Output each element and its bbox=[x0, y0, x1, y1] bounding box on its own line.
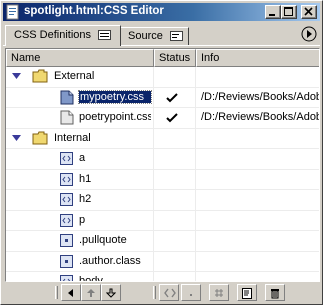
trash-icon bbox=[271, 289, 279, 299]
definition-rows: External mypoetry.css /D:/Reviews/Books/… bbox=[6, 67, 319, 282]
folder-icon bbox=[32, 131, 48, 144]
tab-source[interactable]: Source bbox=[119, 27, 189, 46]
stylesheet-file-icon bbox=[60, 90, 74, 104]
window-title: spotlight.html:CSS Editor bbox=[24, 5, 164, 17]
tab-label: Source bbox=[128, 30, 163, 42]
tab-strip: CSS Definitions Source bbox=[3, 24, 320, 46]
item-name: h1 bbox=[79, 172, 92, 185]
maximize-button[interactable] bbox=[281, 5, 297, 19]
item-info: /D:/Reviews/Books/Adobe bbox=[201, 111, 319, 123]
folder-icon bbox=[32, 69, 48, 83]
maximize-icon bbox=[284, 7, 293, 16]
checkmark-icon bbox=[166, 113, 178, 123]
title-bar[interactable]: spotlight.html:CSS Editor bbox=[3, 3, 320, 21]
panel-options-icon[interactable] bbox=[301, 26, 317, 42]
list-item[interactable]: h2 bbox=[6, 190, 319, 211]
column-header-info[interactable]: Info bbox=[196, 49, 319, 67]
tag-rule-icon bbox=[60, 152, 73, 165]
close-icon bbox=[304, 7, 313, 16]
minimize-icon bbox=[269, 14, 275, 16]
tag-rule-icon bbox=[60, 172, 73, 186]
group-label: Internal bbox=[54, 131, 91, 144]
list-item[interactable]: a bbox=[6, 149, 319, 170]
group-row-external[interactable]: External bbox=[6, 67, 319, 88]
expand-triangle-icon[interactable] bbox=[12, 73, 21, 80]
new-class-rule-button[interactable] bbox=[181, 284, 201, 301]
arrow-up-icon bbox=[87, 289, 95, 297]
new-page-icon bbox=[242, 288, 252, 299]
minimize-button[interactable] bbox=[265, 5, 281, 19]
tag-rule-icon bbox=[60, 275, 73, 281]
css-editor-window: spotlight.html:CSS Editor CSS Definition… bbox=[0, 0, 323, 305]
tag-rule-icon bbox=[60, 213, 73, 227]
item-name: .author.class bbox=[79, 254, 141, 267]
column-headers: Name Status Info bbox=[6, 49, 319, 67]
item-name: mypoetry.css bbox=[78, 89, 152, 104]
new-tag-rule-button[interactable] bbox=[159, 284, 179, 301]
source-icon bbox=[169, 31, 183, 42]
list-item[interactable]: .pullquote bbox=[6, 231, 319, 252]
hash-icon bbox=[215, 289, 223, 297]
list-item[interactable]: p bbox=[6, 210, 319, 231]
group-label: External bbox=[54, 70, 95, 82]
column-header-status[interactable]: Status bbox=[154, 49, 196, 67]
tab-label: CSS Definitions bbox=[14, 29, 92, 41]
bottom-toolbar bbox=[3, 284, 320, 302]
dot-icon bbox=[190, 294, 192, 296]
close-button[interactable] bbox=[301, 5, 317, 19]
item-info: /D:/Reviews/Books/Adobe bbox=[201, 90, 319, 103]
item-name: p bbox=[79, 213, 86, 226]
item-name: body bbox=[79, 275, 103, 282]
item-name: h2 bbox=[79, 193, 92, 205]
new-id-rule-button[interactable] bbox=[209, 284, 229, 301]
delete-button[interactable] bbox=[265, 284, 285, 301]
column-header-name[interactable]: Name bbox=[6, 49, 154, 67]
expand-triangle-icon[interactable] bbox=[12, 134, 21, 142]
move-down-button[interactable] bbox=[101, 284, 121, 301]
list-item[interactable]: h1 bbox=[6, 169, 319, 190]
item-name: a bbox=[79, 152, 86, 164]
triangle-left-icon bbox=[68, 289, 73, 297]
tab-css-definitions[interactable]: CSS Definitions bbox=[5, 25, 121, 46]
toolbar-grip bbox=[153, 286, 156, 299]
page-icon bbox=[6, 4, 19, 20]
list-item[interactable]: .author.class bbox=[6, 251, 319, 272]
previous-button[interactable] bbox=[61, 284, 81, 301]
class-rule-icon bbox=[60, 254, 73, 268]
checkmark-icon bbox=[166, 92, 178, 102]
tag-rule-icon bbox=[60, 193, 73, 206]
item-name: .pullquote bbox=[79, 234, 127, 246]
list-item[interactable]: mypoetry.css /D:/Reviews/Books/Adobe bbox=[6, 87, 319, 108]
stylesheet-file-icon bbox=[60, 110, 74, 125]
new-definition-button[interactable] bbox=[237, 284, 257, 301]
group-row-internal[interactable]: Internal bbox=[6, 128, 319, 149]
item-name: poetrypoint.css bbox=[79, 111, 151, 123]
list-item[interactable]: poetrypoint.css /D:/Reviews/Books/Adobe bbox=[6, 108, 319, 129]
definitions-list[interactable]: Name Status Info External mypoetry.css /… bbox=[5, 48, 320, 282]
tag-brackets-icon bbox=[164, 288, 176, 298]
arrow-down-icon bbox=[106, 288, 116, 298]
list-item[interactable]: body bbox=[6, 272, 319, 282]
definitions-icon bbox=[98, 30, 112, 41]
toolbar-grip bbox=[55, 286, 58, 299]
move-up-button[interactable] bbox=[81, 284, 101, 301]
class-rule-icon bbox=[60, 234, 73, 247]
